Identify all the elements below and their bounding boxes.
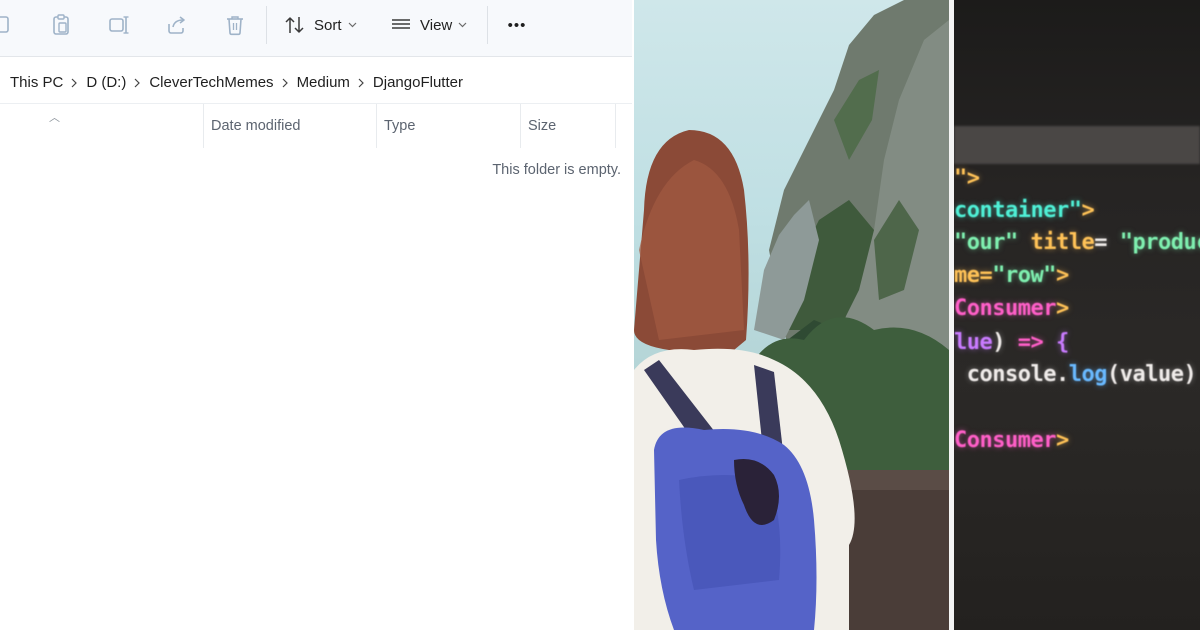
breadcrumb-item-clevertechmemes[interactable]: CleverTechMemes xyxy=(149,74,273,91)
code-token: console xyxy=(954,362,1057,387)
breadcrumb-item-drive[interactable]: D (D:) xyxy=(86,74,126,91)
column-header-label: Date modified xyxy=(211,118,301,134)
command-bar: Sort View ••• xyxy=(0,0,632,57)
code-line: Consumer> xyxy=(954,428,1069,453)
chevron-right-icon[interactable] xyxy=(358,78,364,88)
chevron-down-icon xyxy=(348,22,356,28)
code-token: > xyxy=(1055,296,1069,321)
column-header-size[interactable]: Size xyxy=(520,104,616,148)
empty-folder-message: This folder is empty. xyxy=(492,162,621,178)
copy-icon xyxy=(0,16,9,33)
code-editor-bar xyxy=(954,126,1200,164)
breadcrumb-item-djangoflutter[interactable]: DjangoFlutter xyxy=(373,74,463,91)
photo-illustration xyxy=(634,0,949,630)
code-token: title xyxy=(1017,230,1095,255)
code-token: log xyxy=(1068,362,1108,387)
breadcrumb-item-medium[interactable]: Medium xyxy=(297,74,350,91)
rename-icon xyxy=(109,16,129,34)
code-token: (value) xyxy=(1106,362,1197,387)
delete-button[interactable] xyxy=(222,10,248,40)
photo-girl-with-backpack xyxy=(634,0,949,630)
sort-button[interactable]: Sort xyxy=(284,10,364,40)
paste-button[interactable] xyxy=(48,10,74,40)
code-line: console.log(value) xyxy=(954,362,1197,387)
code-line: "> xyxy=(954,166,980,191)
code-token: = xyxy=(1094,230,1120,255)
sort-label: Sort xyxy=(314,16,342,34)
code-line: lue) => { xyxy=(954,330,1069,355)
sort-icon xyxy=(285,17,304,33)
code-line: me="row"> xyxy=(954,263,1069,288)
paste-icon xyxy=(53,14,69,35)
chevron-right-icon[interactable] xyxy=(282,78,288,88)
more-options-icon: ••• xyxy=(507,16,527,34)
photo-code-screen: ">container">"our" title= "productme="ro… xyxy=(954,0,1200,630)
code-token: "product xyxy=(1119,230,1200,255)
view-list-icon xyxy=(392,19,410,29)
breadcrumb: This PC D (D:) CleverTechMemes Medium Dj… xyxy=(0,62,632,104)
code-token: ) xyxy=(992,330,1018,355)
chevron-right-icon[interactable] xyxy=(71,78,78,88)
breadcrumb-item-this-pc[interactable]: This PC xyxy=(10,74,63,91)
code-token: > xyxy=(1055,263,1069,288)
column-header-name[interactable] xyxy=(0,104,203,148)
code-token: > xyxy=(1081,198,1095,223)
chevron-down-icon xyxy=(458,22,467,28)
code-token: lue xyxy=(954,330,993,355)
toolbar-separator xyxy=(266,6,267,44)
code-token: "row" xyxy=(992,263,1056,288)
column-header-label: Type xyxy=(384,118,416,134)
code-token: "our" xyxy=(954,230,1018,255)
code-token: Consumer xyxy=(954,296,1056,321)
copy-button[interactable] xyxy=(0,10,14,40)
code-token: { xyxy=(1056,330,1069,355)
code-token: container" xyxy=(954,198,1082,223)
chevron-right-icon[interactable] xyxy=(134,78,141,88)
rename-button[interactable] xyxy=(106,10,132,40)
file-explorer-window: Sort View ••• This PC D (D:) CleverTechM… xyxy=(0,0,632,630)
code-token: me= xyxy=(954,263,993,288)
code-token: . xyxy=(1055,362,1069,387)
column-header-row: ︿ Date modified Type Size xyxy=(0,104,632,148)
view-button[interactable]: View xyxy=(390,10,474,40)
code-token: Consumer xyxy=(954,428,1056,453)
view-label: View xyxy=(420,16,453,34)
code-line: Consumer> xyxy=(954,296,1069,321)
toolbar-separator xyxy=(487,6,488,44)
column-header-date-modified[interactable]: Date modified xyxy=(203,104,376,148)
trash-icon xyxy=(227,16,243,36)
share-icon xyxy=(168,16,185,34)
column-header-type[interactable]: Type xyxy=(376,104,520,148)
code-line: "our" title= "product xyxy=(954,230,1200,255)
code-token: => xyxy=(1017,330,1056,355)
code-token: "> xyxy=(954,166,980,191)
column-header-label: Size xyxy=(528,118,557,134)
code-token: > xyxy=(1055,428,1069,453)
more-options-button[interactable]: ••• xyxy=(502,10,532,40)
share-button[interactable] xyxy=(164,10,190,40)
code-line: container"> xyxy=(954,198,1095,223)
